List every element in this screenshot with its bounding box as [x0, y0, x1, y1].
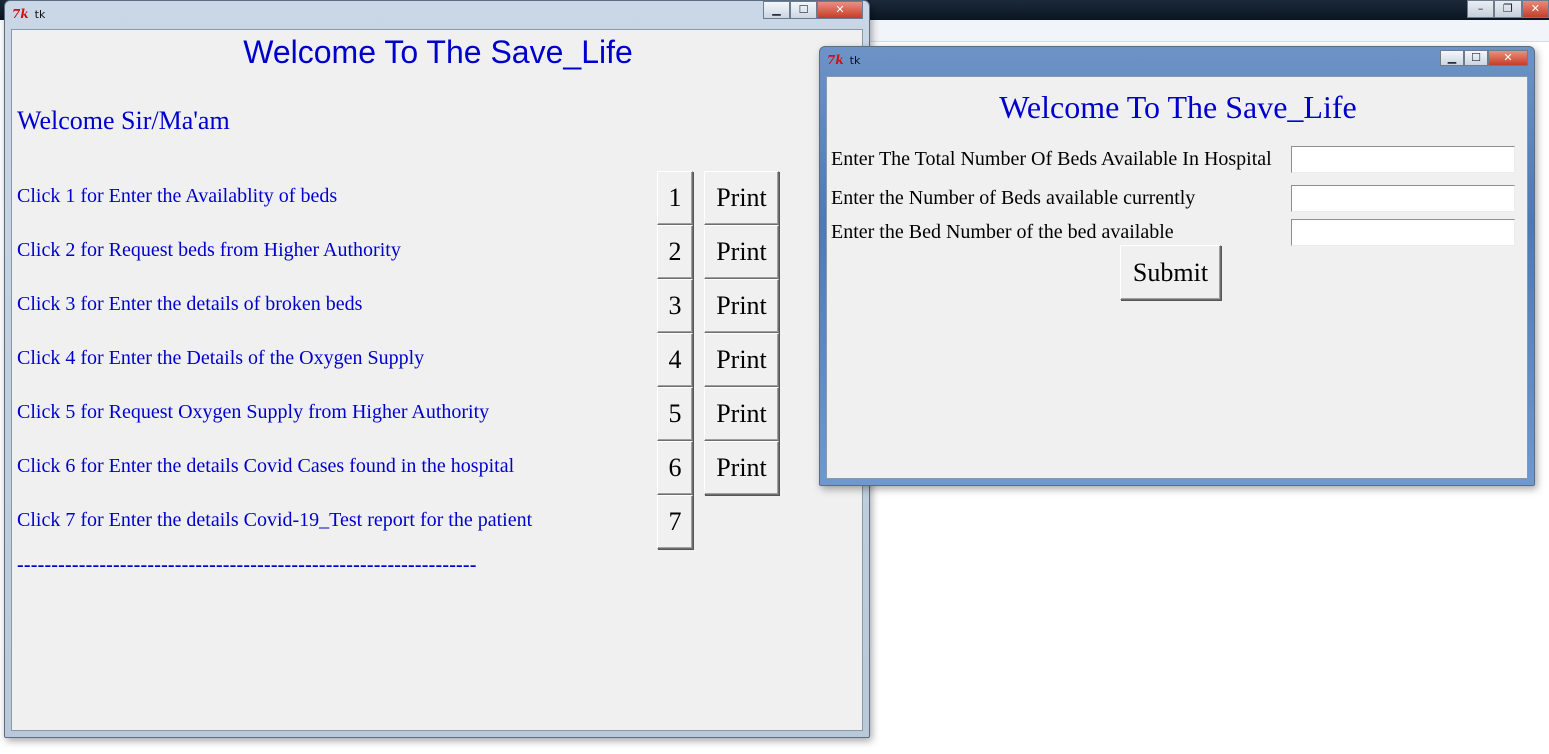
- main-window-controls: ▁ ☐ ✕: [763, 1, 863, 19]
- tk-icon: 7k: [12, 7, 29, 21]
- print-5-button[interactable]: Print: [704, 387, 779, 441]
- separator-line: ----------------------------------------…: [17, 554, 477, 576]
- menu-label-7: Click 7 for Enter the details Covid-19_T…: [17, 509, 533, 531]
- background-window-area: [870, 20, 1549, 42]
- current-beds-label: Enter the Number of Beds available curre…: [831, 187, 1196, 209]
- menu-row-6: Click 6 for Enter the details Covid Case…: [17, 441, 797, 495]
- maximize-button[interactable]: ☐: [790, 1, 817, 19]
- submit-button[interactable]: Submit: [1120, 245, 1221, 300]
- menu-label-1: Click 1 for Enter the Availablity of bed…: [17, 185, 338, 207]
- background-close-button[interactable]: ✕: [1521, 0, 1549, 18]
- menu-label-5: Click 5 for Request Oxygen Supply from H…: [17, 401, 490, 423]
- print-2-button[interactable]: Print: [704, 225, 779, 279]
- menu-label-2: Click 2 for Request beds from Higher Aut…: [17, 239, 401, 261]
- dialog-window-controls: ▁ ☐ ✕: [1440, 50, 1528, 68]
- dialog-window-titlebar[interactable]: 7k tk: [820, 47, 1534, 73]
- close-button[interactable]: ✕: [1488, 50, 1528, 66]
- option-1-button[interactable]: 1: [657, 171, 693, 225]
- menu-row-5: Click 5 for Request Oxygen Supply from H…: [17, 387, 797, 441]
- menu-label-6: Click 6 for Enter the details Covid Case…: [17, 455, 515, 477]
- menu-row-7: Click 7 for Enter the details Covid-19_T…: [17, 495, 797, 549]
- menu-row-2: Click 2 for Request beds from Higher Aut…: [17, 225, 797, 279]
- option-3-button[interactable]: 3: [657, 279, 693, 333]
- main-window-titlebar[interactable]: 7k tk: [5, 1, 869, 27]
- print-4-button[interactable]: Print: [704, 333, 779, 387]
- minimize-button[interactable]: ▁: [1440, 50, 1464, 66]
- menu-label-4: Click 4 for Enter the Details of the Oxy…: [17, 347, 425, 369]
- dialog-heading: Welcome To The Save_Life: [999, 89, 1357, 125]
- maximize-button[interactable]: ☐: [1464, 50, 1488, 66]
- background-restore-button[interactable]: ❐: [1494, 0, 1522, 18]
- main-window-client: Welcome To The Save_Life Welcome Sir/Ma'…: [11, 29, 863, 731]
- option-5-button[interactable]: 5: [657, 387, 693, 441]
- close-button[interactable]: ✕: [817, 1, 863, 19]
- print-3-button[interactable]: Print: [704, 279, 779, 333]
- menu-label-3: Click 3 for Enter the details of broken …: [17, 293, 363, 315]
- option-7-button[interactable]: 7: [657, 495, 693, 549]
- main-heading: Welcome To The Save_Life: [243, 34, 633, 70]
- minimize-button[interactable]: ▁: [763, 1, 790, 19]
- main-window: 7k tk ▁ ☐ ✕ Welcome To The Save_Life Wel…: [4, 0, 870, 738]
- dialog-window-title: tk: [849, 53, 861, 67]
- greeting-label: Welcome Sir/Ma'am: [17, 106, 230, 135]
- dialog-window: 7k tk ▁ ☐ ✕ Welcome To The Save_Life Ent…: [819, 46, 1535, 486]
- current-beds-input[interactable]: [1291, 185, 1515, 212]
- bed-number-label: Enter the Bed Number of the bed availabl…: [831, 221, 1174, 243]
- background-window-controls: – ❐ ✕: [1467, 0, 1549, 18]
- menu-row-3: Click 3 for Enter the details of broken …: [17, 279, 797, 333]
- print-6-button[interactable]: Print: [704, 441, 779, 495]
- menu-row-1: Click 1 for Enter the Availablity of bed…: [17, 171, 797, 225]
- total-beds-input[interactable]: [1291, 146, 1515, 173]
- main-window-title: tk: [34, 7, 46, 21]
- dialog-window-client: Welcome To The Save_Life Enter The Total…: [826, 76, 1528, 479]
- option-2-button[interactable]: 2: [657, 225, 693, 279]
- option-4-button[interactable]: 4: [657, 333, 693, 387]
- tk-icon: 7k: [827, 53, 844, 67]
- menu-row-4: Click 4 for Enter the Details of the Oxy…: [17, 333, 797, 387]
- background-minimize-button[interactable]: –: [1467, 0, 1495, 18]
- bed-number-input[interactable]: [1291, 219, 1515, 246]
- total-beds-label: Enter The Total Number Of Beds Available…: [831, 148, 1272, 170]
- print-1-button[interactable]: Print: [704, 171, 779, 225]
- option-6-button[interactable]: 6: [657, 441, 693, 495]
